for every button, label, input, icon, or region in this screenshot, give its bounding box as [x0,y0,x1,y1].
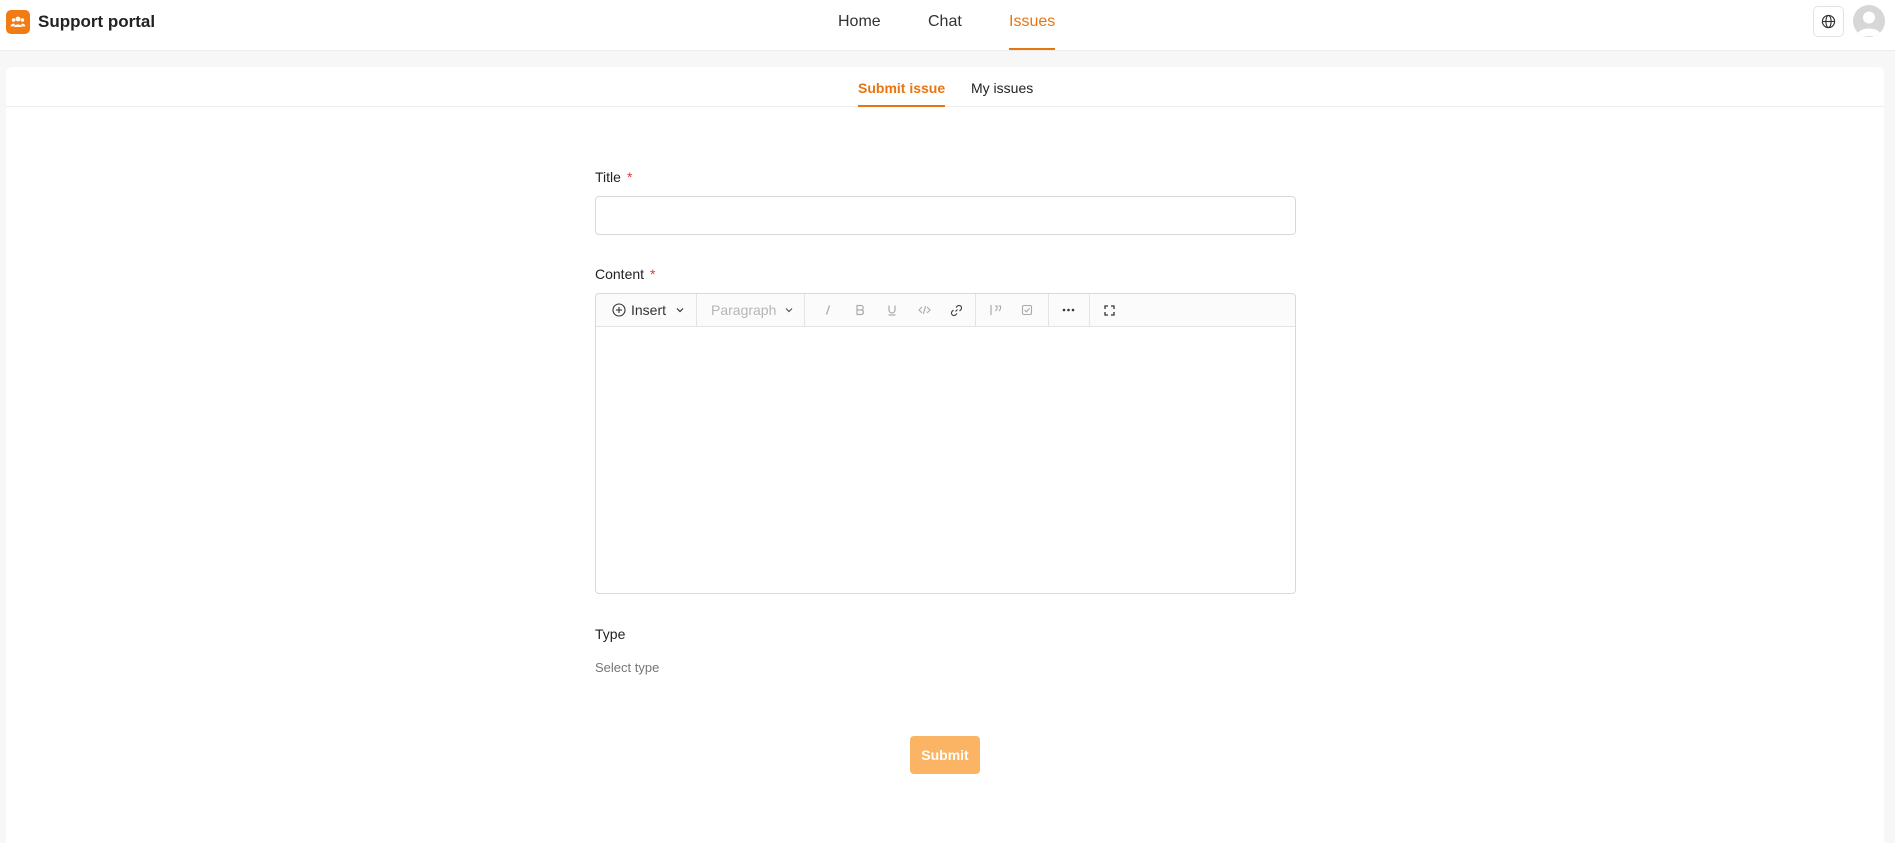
type-select[interactable]: Select type [595,660,659,675]
underline-icon [888,305,896,316]
quote-button[interactable] [982,294,1008,326]
checkbox-icon [1021,304,1033,316]
code-icon [917,305,931,315]
bold-icon [856,304,864,316]
issue-subtabs: Submit issue My issues [6,67,1884,107]
required-mark: * [626,169,633,185]
fullscreen-button[interactable] [1096,294,1122,326]
title-input[interactable] [595,196,1296,235]
nav-item-issues[interactable]: Issues [1009,0,1056,50]
tab-my-issues[interactable]: My issues [971,67,1033,107]
language-button[interactable] [1813,6,1844,37]
underline-button[interactable] [879,294,905,326]
more-icon [1062,308,1074,312]
type-label: Type [595,626,626,642]
user-avatar-icon[interactable] [1853,5,1885,37]
brand[interactable]: Support portal [6,10,155,34]
title-label: Title * [595,169,633,185]
italic-button[interactable] [815,294,841,326]
users-icon [6,10,30,34]
top-bar: Support portal Home Chat Issues [0,0,1895,51]
bold-button[interactable] [847,294,873,326]
chevron-down-icon [785,308,793,313]
insert-dropdown[interactable]: Insert [612,294,685,326]
editor-toolbar: Insert Paragraph [596,294,1295,327]
content-editor-area[interactable] [596,327,1295,593]
plus-circle-icon [612,303,626,317]
app-title: Support portal [38,12,156,31]
code-button[interactable] [911,294,937,326]
required-mark: * [650,266,656,282]
fullscreen-icon [1103,304,1115,316]
checkbox-button[interactable] [1014,294,1040,326]
globe-icon [1821,14,1836,29]
content-editor: Insert Paragraph [595,293,1296,594]
main-card: Submit issue My issues Title * Content * I… [6,67,1884,843]
link-icon [950,304,962,316]
tab-submit-issue[interactable]: Submit issue [858,67,946,107]
nav-item-chat[interactable]: Chat [928,0,962,50]
paragraph-dropdown[interactable]: Paragraph [711,294,794,326]
submit-button[interactable]: Submit [910,736,980,774]
italic-icon [825,305,831,315]
chevron-down-icon [676,308,684,313]
quote-icon [989,305,1001,315]
more-button[interactable] [1055,294,1081,326]
link-button[interactable] [943,294,969,326]
content-label: Content * [595,266,656,282]
nav-item-home[interactable]: Home [838,0,881,50]
